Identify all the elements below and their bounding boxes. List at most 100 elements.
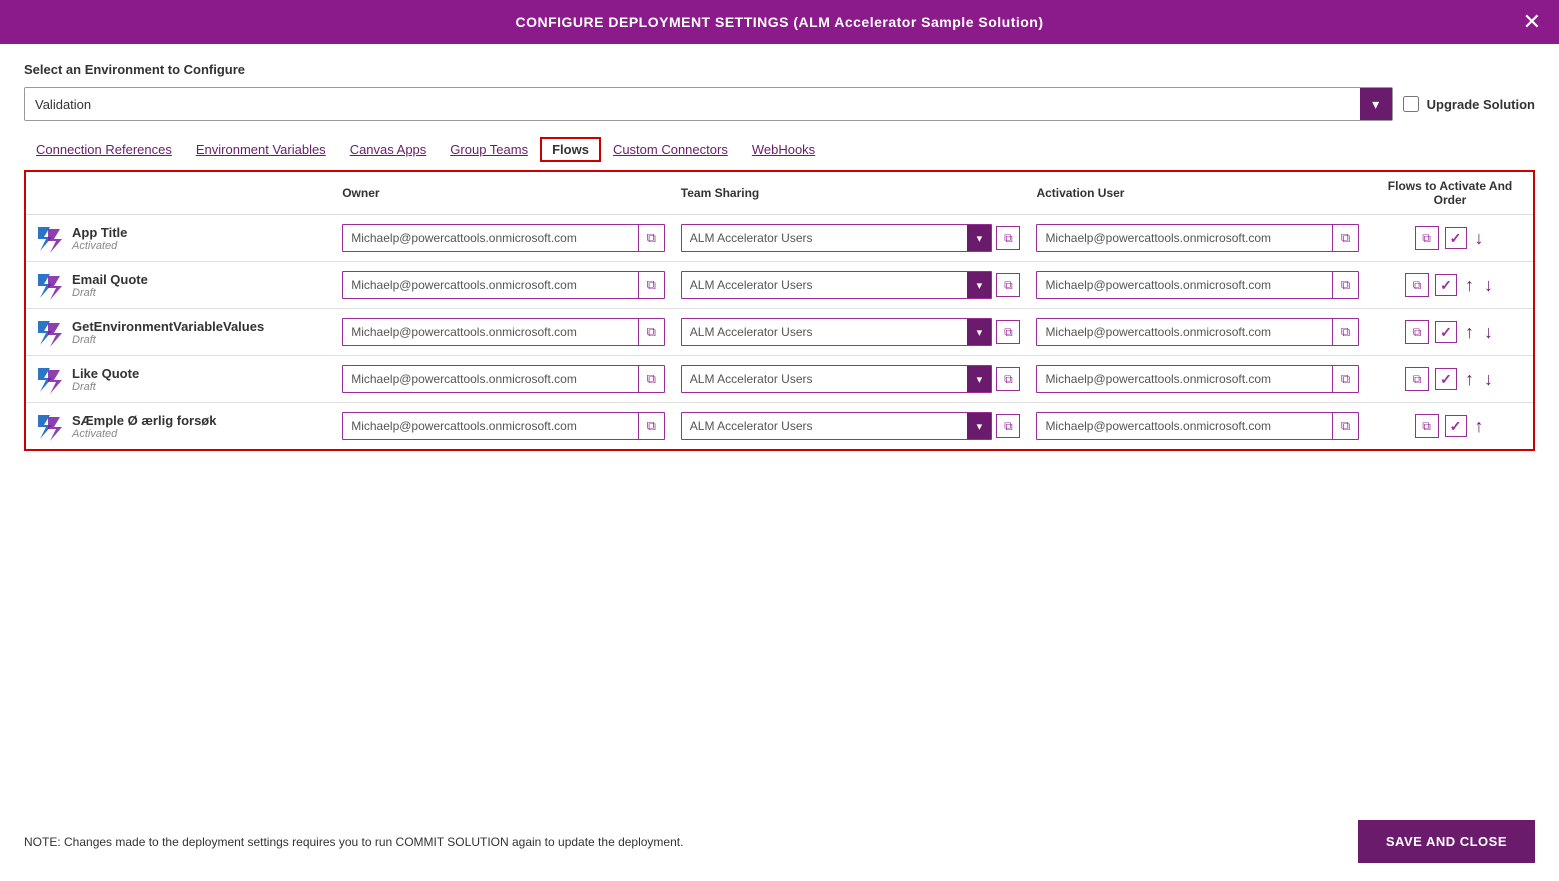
save-close-button[interactable]: SAVE AND CLOSE <box>1358 820 1535 863</box>
tab-custom-connectors[interactable]: Custom Connectors <box>601 137 740 162</box>
sharing-dropdown-button[interactable]: ▾ <box>967 272 991 298</box>
flow-status: Draft <box>72 381 139 393</box>
flow-status: Draft <box>72 334 264 346</box>
activation-user-field: Michaelp@powercattools.onmicrosoft.com ⧉ <box>1036 412 1359 440</box>
order-copy-button[interactable]: ⧉ <box>1405 367 1429 391</box>
sharing-copy-button[interactable]: ⧉ <box>996 226 1020 250</box>
activation-user-copy-button[interactable]: ⧉ <box>1332 319 1358 345</box>
sharing-cell: ALM Accelerator Users ▾ ⧉ <box>681 271 1021 299</box>
col-header-flow <box>26 172 334 215</box>
order-up-button[interactable]: ↑ <box>1463 370 1476 388</box>
tabs-bar: Connection ReferencesEnvironment Variabl… <box>24 137 1535 162</box>
env-label: Select an Environment to Configure <box>24 62 1535 77</box>
sharing-dropdown-button[interactable]: ▾ <box>967 366 991 392</box>
sharing-value: ALM Accelerator Users <box>682 320 968 344</box>
env-row: Validation ▾ Upgrade Solution <box>24 87 1535 121</box>
flow-title: Like Quote <box>72 366 139 381</box>
sharing-value: ALM Accelerator Users <box>682 367 968 391</box>
owner-copy-button[interactable]: ⧉ <box>638 413 664 439</box>
table-row: Like Quote Draft Michaelp@powercattools.… <box>26 356 1533 403</box>
owner-value: Michaelp@powercattools.onmicrosoft.com <box>343 414 638 438</box>
activation-user-copy-button[interactable]: ⧉ <box>1332 272 1358 298</box>
sharing-dropdown-button[interactable]: ▾ <box>967 413 991 439</box>
upgrade-solution-checkbox[interactable] <box>1403 96 1419 112</box>
sharing-dropdown-button[interactable]: ▾ <box>967 225 991 251</box>
order-checkbox-button[interactable]: ✓ <box>1445 227 1467 249</box>
col-header-order: Flows to Activate And Order <box>1367 172 1533 215</box>
order-down-button[interactable]: ↓ <box>1482 323 1495 341</box>
owner-field: Michaelp@powercattools.onmicrosoft.com ⧉ <box>342 271 665 299</box>
flow-icon <box>34 270 64 300</box>
flow-title: App Title <box>72 225 127 240</box>
order-checkbox-button[interactable]: ✓ <box>1435 274 1457 296</box>
tab-flows[interactable]: Flows <box>540 137 601 162</box>
order-down-button[interactable]: ↓ <box>1482 276 1495 294</box>
activation-user-copy-button[interactable]: ⧉ <box>1332 225 1358 251</box>
dialog-body: Select an Environment to Configure Valid… <box>0 44 1559 451</box>
sharing-copy-button[interactable]: ⧉ <box>996 320 1020 344</box>
owner-value: Michaelp@powercattools.onmicrosoft.com <box>343 273 638 297</box>
sharing-value: ALM Accelerator Users <box>682 414 968 438</box>
order-checkbox-button[interactable]: ✓ <box>1435 368 1457 390</box>
flow-icon <box>34 317 64 347</box>
order-copy-button[interactable]: ⧉ <box>1405 273 1429 297</box>
order-copy-button[interactable]: ⧉ <box>1405 320 1429 344</box>
order-copy-button[interactable]: ⧉ <box>1415 414 1439 438</box>
sharing-cell: ALM Accelerator Users ▾ ⧉ <box>681 412 1021 440</box>
env-dropdown-button[interactable]: ▾ <box>1360 88 1392 120</box>
sharing-select: ALM Accelerator Users ▾ <box>681 224 993 252</box>
owner-copy-button[interactable]: ⧉ <box>638 319 664 345</box>
order-down-button[interactable]: ↓ <box>1473 229 1486 247</box>
order-cell: ⧉ ✓ ↓ <box>1375 226 1525 250</box>
table-row: SÆmple Ø ærlig forsøk Activated Michaelp… <box>26 403 1533 450</box>
flow-status: Activated <box>72 428 216 440</box>
tab-environment-variables[interactable]: Environment Variables <box>184 137 338 162</box>
sharing-dropdown-button[interactable]: ▾ <box>967 319 991 345</box>
dialog-title: CONFIGURE DEPLOYMENT SETTINGS (ALM Accel… <box>515 14 1043 30</box>
order-checkbox-button[interactable]: ✓ <box>1445 415 1467 437</box>
flow-status: Activated <box>72 240 127 252</box>
activation-user-field: Michaelp@powercattools.onmicrosoft.com ⧉ <box>1036 224 1359 252</box>
activation-user-value: Michaelp@powercattools.onmicrosoft.com <box>1037 226 1332 250</box>
activation-user-value: Michaelp@powercattools.onmicrosoft.com <box>1037 414 1332 438</box>
activation-user-value: Michaelp@powercattools.onmicrosoft.com <box>1037 273 1332 297</box>
flow-icon <box>34 411 64 441</box>
order-up-button[interactable]: ↑ <box>1463 276 1476 294</box>
env-selected-value: Validation <box>25 90 1360 119</box>
table-row: App Title Activated Michaelp@powercattoo… <box>26 215 1533 262</box>
sharing-copy-button[interactable]: ⧉ <box>996 414 1020 438</box>
owner-value: Michaelp@powercattools.onmicrosoft.com <box>343 320 638 344</box>
owner-copy-button[interactable]: ⧉ <box>638 366 664 392</box>
sharing-cell: ALM Accelerator Users ▾ ⧉ <box>681 365 1021 393</box>
order-up-button[interactable]: ↑ <box>1463 323 1476 341</box>
sharing-cell: ALM Accelerator Users ▾ ⧉ <box>681 224 1021 252</box>
sharing-select: ALM Accelerator Users ▾ <box>681 318 993 346</box>
dialog-footer: NOTE: Changes made to the deployment set… <box>0 802 1559 881</box>
tab-group-teams[interactable]: Group Teams <box>438 137 540 162</box>
order-up-button[interactable]: ↑ <box>1473 417 1486 435</box>
activation-user-field: Michaelp@powercattools.onmicrosoft.com ⧉ <box>1036 271 1359 299</box>
owner-field: Michaelp@powercattools.onmicrosoft.com ⧉ <box>342 412 665 440</box>
activation-user-field: Michaelp@powercattools.onmicrosoft.com ⧉ <box>1036 365 1359 393</box>
owner-copy-button[interactable]: ⧉ <box>638 272 664 298</box>
flows-table-wrapper: Owner Team Sharing Activation User Flows… <box>24 170 1535 451</box>
activation-user-copy-button[interactable]: ⧉ <box>1332 413 1358 439</box>
dialog-header: CONFIGURE DEPLOYMENT SETTINGS (ALM Accel… <box>0 0 1559 44</box>
order-cell: ⧉ ✓ ↑ ↓ <box>1375 320 1525 344</box>
owner-copy-button[interactable]: ⧉ <box>638 225 664 251</box>
activation-user-copy-button[interactable]: ⧉ <box>1332 366 1358 392</box>
flow-icon <box>34 364 64 394</box>
close-button[interactable]: ✕ <box>1523 11 1541 33</box>
order-down-button[interactable]: ↓ <box>1482 370 1495 388</box>
sharing-value: ALM Accelerator Users <box>682 273 968 297</box>
upgrade-solution-label: Upgrade Solution <box>1427 97 1535 112</box>
order-checkbox-button[interactable]: ✓ <box>1435 321 1457 343</box>
flow-title: GetEnvironmentVariableValues <box>72 319 264 334</box>
sharing-copy-button[interactable]: ⧉ <box>996 367 1020 391</box>
sharing-copy-button[interactable]: ⧉ <box>996 273 1020 297</box>
order-copy-button[interactable]: ⧉ <box>1415 226 1439 250</box>
owner-value: Michaelp@powercattools.onmicrosoft.com <box>343 367 638 391</box>
tab-canvas-apps[interactable]: Canvas Apps <box>338 137 439 162</box>
tab-connection-references[interactable]: Connection References <box>24 137 184 162</box>
tab-webhooks[interactable]: WebHooks <box>740 137 827 162</box>
